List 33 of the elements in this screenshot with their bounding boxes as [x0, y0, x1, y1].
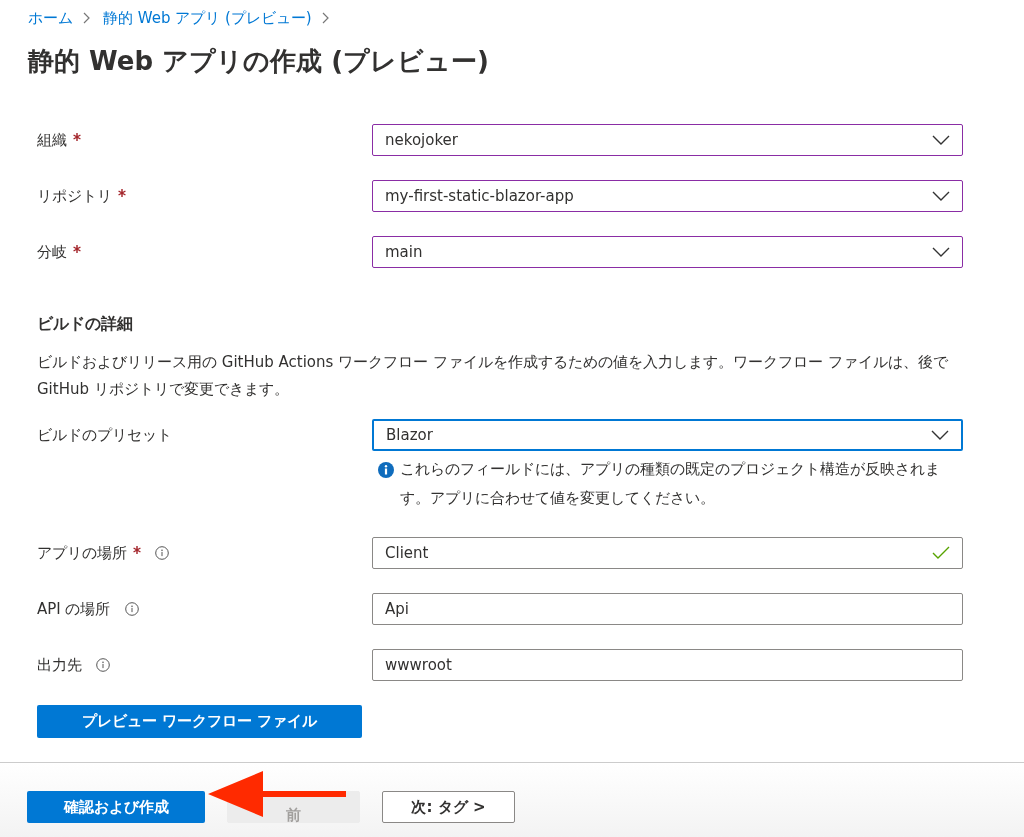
field-label: 出力先 — [37, 655, 82, 675]
field-label: 組織 — [37, 130, 67, 150]
field-label: アプリの場所 — [37, 543, 127, 563]
footer-button[interactable]: 確認および作成 — [27, 791, 205, 823]
info-message: これらのフィールドには、アプリの種類の既定のプロジェクト構造が反映されます。アプリに合わせて値を変更してください。 — [400, 459, 941, 509]
dropdown[interactable]: my-first-static-blazor-app — [372, 180, 963, 212]
chevron-down-icon — [932, 247, 950, 257]
info-icon[interactable] — [155, 546, 169, 560]
section-heading: ビルドの詳細 — [37, 314, 134, 335]
info-icon — [378, 462, 394, 478]
field-label: リポジトリ — [37, 186, 112, 206]
breadcrumb-link[interactable]: 静的 Web アプリ (プレビュー) — [103, 8, 312, 28]
dropdown[interactable]: Blazor — [372, 419, 963, 451]
field-label: API の場所 — [37, 599, 111, 619]
input-field[interactable]: Client — [372, 537, 963, 569]
chevron-right-icon — [83, 12, 91, 24]
input-field[interactable]: Api — [372, 593, 963, 625]
dropdown[interactable]: nekojoker — [372, 124, 963, 156]
info-icon[interactable] — [124, 602, 139, 616]
field-label: 分岐 — [37, 242, 67, 262]
dropdown[interactable]: main — [372, 236, 963, 268]
breadcrumb-link[interactable]: ホーム — [28, 8, 73, 28]
chevron-down-icon — [931, 430, 949, 440]
info-icon[interactable] — [96, 658, 110, 672]
preview-workflow-button[interactable]: プレビュー ワークフロー ファイル — [37, 705, 362, 738]
page-title: 静的 Web アプリの作成 (プレビュー) — [28, 45, 490, 78]
footer-button[interactable]: 次: タグ > — [382, 791, 515, 823]
section-description: ビルドおよびリリース用の GitHub Actions ワークフロー ファイルを作成するための値を入力します。ワークフロー ファイルは、後で GitHub リポジトリで変更できます。 — [37, 352, 949, 400]
field-label: ビルドのプリセット — [37, 425, 172, 445]
chevron-down-icon — [932, 191, 950, 201]
input-field[interactable]: wwwroot — [372, 649, 963, 681]
chevron-down-icon — [932, 135, 950, 145]
chevron-right-icon — [321, 12, 330, 24]
